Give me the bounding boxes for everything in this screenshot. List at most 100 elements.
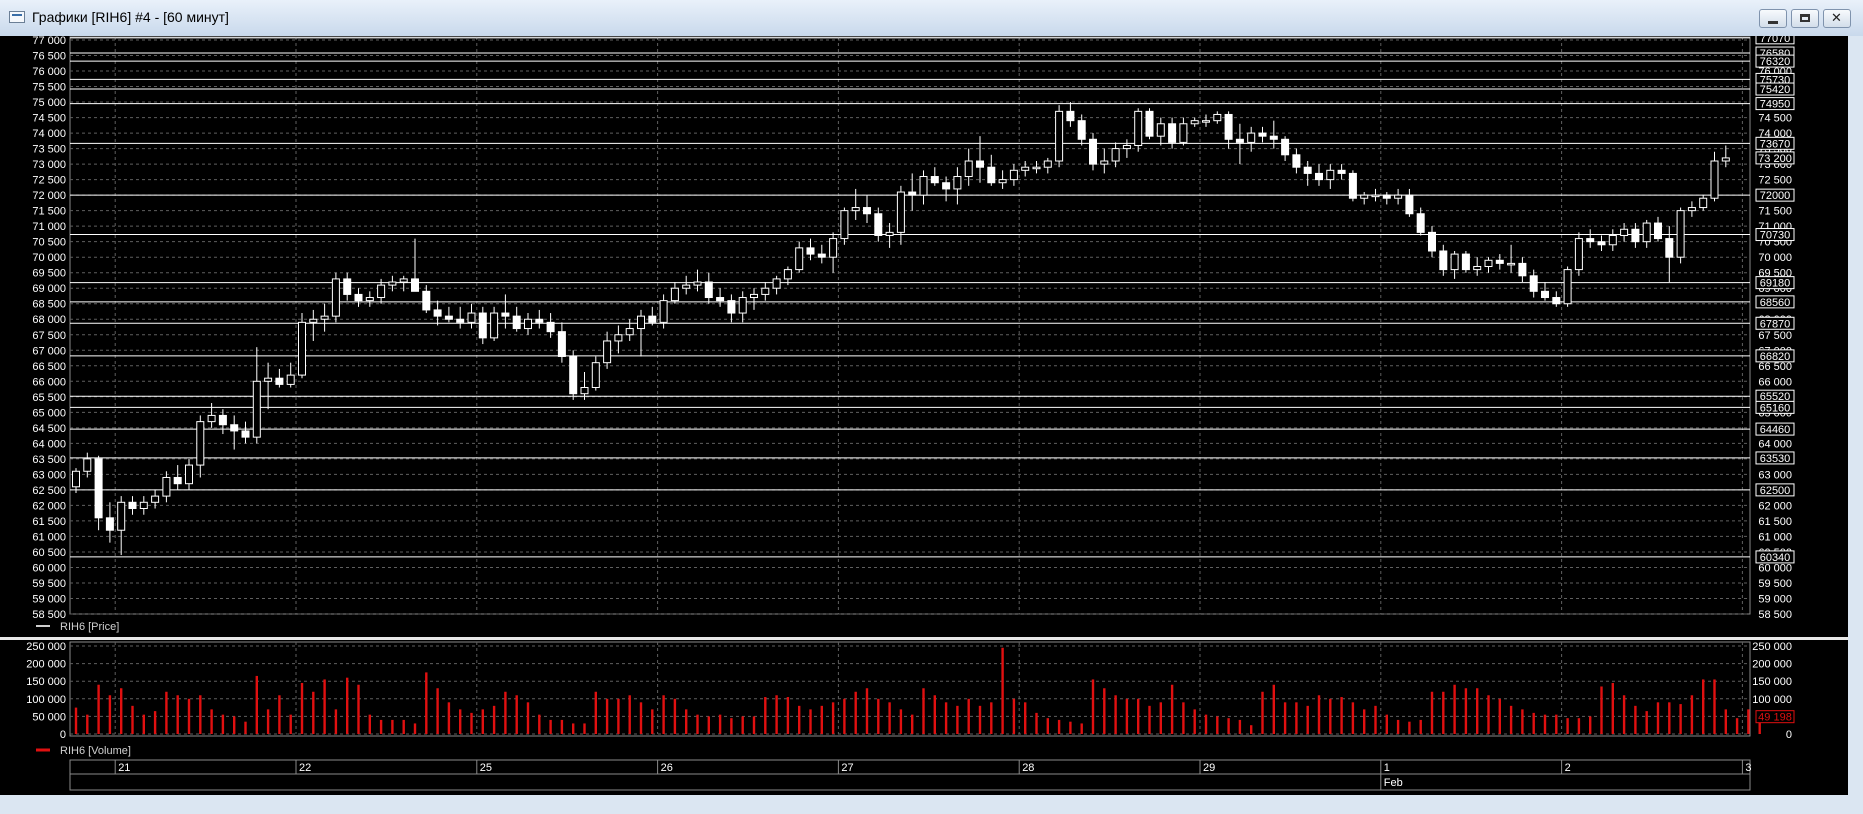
volume-bar[interactable] <box>255 675 258 734</box>
volume-bar[interactable] <box>1046 718 1049 734</box>
volume-bar[interactable] <box>730 718 733 734</box>
volume-bar[interactable] <box>334 709 338 734</box>
volume-bar[interactable] <box>741 716 744 734</box>
volume-bar[interactable] <box>470 712 473 734</box>
volume-bar[interactable] <box>843 698 846 734</box>
volume-bar[interactable] <box>1419 719 1422 734</box>
volume-bar[interactable] <box>1137 698 1140 734</box>
volume-bar[interactable] <box>820 705 823 734</box>
volume-bar[interactable] <box>1442 691 1445 734</box>
volume-bar[interactable] <box>617 698 620 734</box>
volume-bar[interactable] <box>1690 695 1694 734</box>
volume-bar[interactable] <box>1170 684 1174 734</box>
volume-bar[interactable] <box>775 695 778 734</box>
volume-bar[interactable] <box>1340 697 1343 734</box>
volume-bar[interactable] <box>233 716 236 734</box>
volume-bar[interactable] <box>651 709 654 734</box>
volume-bar[interactable] <box>413 723 417 734</box>
volume-bar[interactable] <box>1396 719 1400 734</box>
volume-bar[interactable] <box>888 702 891 734</box>
volume-bar[interactable] <box>1295 702 1298 734</box>
volume-bar[interactable] <box>323 679 326 734</box>
volume-bar[interactable] <box>1238 719 1242 734</box>
volume-bar[interactable] <box>911 714 914 734</box>
volume-bar[interactable] <box>266 709 270 734</box>
volume-bar[interactable] <box>1702 679 1705 734</box>
candle[interactable] <box>1676 207 1685 264</box>
volume-bar[interactable] <box>865 688 869 734</box>
volume-bar[interactable] <box>1555 714 1558 734</box>
candle[interactable] <box>331 272 340 323</box>
volume-bar[interactable] <box>990 702 993 734</box>
volume-bar[interactable] <box>538 714 541 734</box>
volume-bar[interactable] <box>481 709 484 734</box>
volume-bar[interactable] <box>1430 691 1434 734</box>
volume-bar[interactable] <box>1668 702 1671 734</box>
volume-bar[interactable] <box>786 697 790 734</box>
bottom-scrollbar[interactable] <box>0 795 1863 810</box>
title-bar[interactable]: Графики [RIH6] #4 - [60 минут] ✕ <box>0 0 1863 37</box>
volume-bar[interactable] <box>752 716 756 734</box>
volume-bar[interactable] <box>662 695 665 734</box>
volume-bar[interactable] <box>549 719 552 734</box>
volume-bar[interactable] <box>1476 688 1479 734</box>
volume-bar[interactable] <box>108 695 112 734</box>
volume-bar[interactable] <box>368 714 371 734</box>
volume-bar[interactable] <box>1679 704 1682 734</box>
volume-bar[interactable] <box>718 714 722 734</box>
chart-area[interactable]: 58 500 59 000 59 500 60 000 60 500 61 000 61 5… <box>0 31 1863 810</box>
volume-bar[interactable] <box>199 695 202 734</box>
volume-bar[interactable] <box>1656 702 1660 734</box>
volume-bar[interactable] <box>244 721 247 734</box>
volume-bar[interactable] <box>899 709 903 734</box>
volume-bar[interactable] <box>696 714 699 734</box>
volume-bar[interactable] <box>1543 714 1547 734</box>
volume-bar[interactable] <box>707 716 710 734</box>
volume-bar[interactable] <box>515 695 518 734</box>
volume-bar[interactable] <box>346 677 349 734</box>
volume-bar[interactable] <box>1611 682 1614 734</box>
volume-bar[interactable] <box>572 723 575 734</box>
volume-bar[interactable] <box>221 714 225 734</box>
volume-bar[interactable] <box>1125 698 1129 734</box>
volume-bar[interactable] <box>300 682 304 734</box>
volume-bar[interactable] <box>764 697 767 734</box>
volume-bar[interactable] <box>944 702 948 734</box>
volume-bar[interactable] <box>379 719 383 734</box>
volume-bar[interactable] <box>1622 695 1626 734</box>
volume-bar[interactable] <box>176 695 179 734</box>
volume-bar[interactable] <box>854 691 857 734</box>
volume-bar[interactable] <box>1645 711 1648 734</box>
volume-bar[interactable] <box>436 688 439 734</box>
volume-bar[interactable] <box>956 705 959 734</box>
volume-bar[interactable] <box>1216 716 1219 734</box>
volume-bar[interactable] <box>1080 723 1083 734</box>
volume-bar[interactable] <box>605 698 609 734</box>
candle[interactable] <box>1348 170 1357 202</box>
volume-bar[interactable] <box>1024 702 1027 734</box>
volume-bar[interactable] <box>1532 712 1535 734</box>
volume-bar[interactable] <box>1747 709 1750 734</box>
volume-bar[interactable] <box>312 691 315 734</box>
volume-bar[interactable] <box>1114 695 1117 734</box>
volume-bar[interactable] <box>1363 709 1366 734</box>
volume-bar[interactable] <box>1634 705 1637 734</box>
volume-bar[interactable] <box>165 691 168 734</box>
volume-bar[interactable] <box>1577 718 1581 734</box>
volume-bar[interactable] <box>459 709 462 734</box>
volume-bar[interactable] <box>933 695 936 734</box>
volume-bar[interactable] <box>1035 712 1038 734</box>
volume-bar[interactable] <box>1453 684 1456 734</box>
volume-bar[interactable] <box>1001 647 1004 734</box>
volume-bar[interactable] <box>1408 721 1411 734</box>
volume-bar[interactable] <box>1182 702 1185 734</box>
volume-bar[interactable] <box>526 702 530 734</box>
candle[interactable] <box>1145 108 1154 140</box>
volume-bar[interactable] <box>1306 705 1309 734</box>
chart-svg[interactable]: 58 500 59 000 59 500 60 000 60 500 61 000 61 5… <box>0 31 1863 810</box>
volume-bar[interactable] <box>97 684 100 734</box>
volume-bar[interactable] <box>1487 695 1490 734</box>
volume-bar[interactable] <box>1713 679 1716 734</box>
volume-bar[interactable] <box>187 698 191 734</box>
volume-bar[interactable] <box>1204 714 1208 734</box>
